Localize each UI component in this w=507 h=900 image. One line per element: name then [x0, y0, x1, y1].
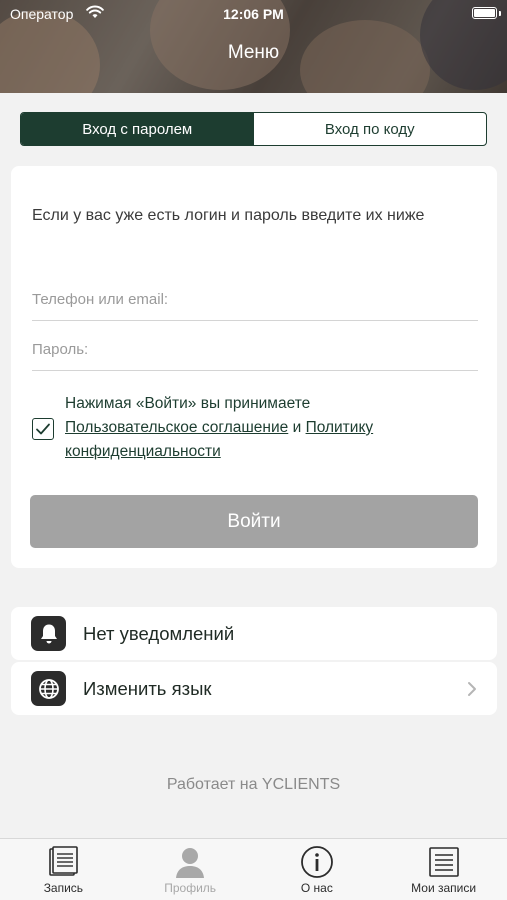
tab-profile[interactable]: Профиль — [127, 839, 254, 900]
menu-item-notifications[interactable]: Нет уведомлений — [11, 607, 497, 660]
user-agreement-link[interactable]: Пользовательское соглашение — [65, 419, 288, 436]
info-icon — [300, 845, 334, 879]
battery-icon — [472, 7, 497, 19]
tab-label: О нас — [300, 881, 333, 895]
agreement-prefix: Нажимая «Войти» вы принимаете — [65, 395, 311, 412]
menu-item-language[interactable]: Изменить язык — [11, 662, 497, 715]
login-button[interactable]: Войти — [30, 495, 478, 548]
login-intro-text: Если у вас уже есть логин и пароль введи… — [32, 207, 425, 224]
globe-icon — [31, 671, 66, 706]
clock: 12:06 PM — [223, 6, 284, 22]
menu-item-label: Изменить язык — [83, 678, 212, 699]
chevron-right-icon — [467, 681, 477, 702]
tab-label: Профиль — [164, 881, 217, 895]
password-input[interactable] — [32, 321, 478, 358]
checkmark-icon — [36, 423, 50, 435]
settings-menu: Нет уведомлений Изменить язык — [11, 607, 497, 717]
tab-bar: Запись Профиль О нас Мои записи — [0, 838, 507, 900]
tab-about[interactable]: О нас — [254, 839, 381, 900]
list-icon — [428, 845, 460, 879]
header-banner: Оператор 12:06 PM Меню — [0, 0, 507, 93]
battery-tip — [499, 11, 501, 16]
tab-password-login[interactable]: Вход с паролем — [21, 113, 254, 145]
agreement-text: Нажимая «Войти» вы принимаете Пользовате… — [65, 392, 465, 464]
status-bar: Оператор 12:06 PM — [0, 0, 507, 28]
tab-label: Запись — [43, 881, 84, 895]
powered-by-label[interactable]: Работает на YCLIENTS — [0, 776, 507, 794]
tab-code-login[interactable]: Вход по коду — [254, 113, 487, 145]
login-mode-segment: Вход с паролем Вход по коду — [20, 112, 487, 146]
privacy-policy-link-part1[interactable]: Политику — [306, 419, 374, 436]
password-field — [32, 321, 478, 371]
privacy-policy-link-part2[interactable]: конфиденциальности — [65, 443, 221, 460]
agreement-and: и — [292, 419, 302, 436]
tab-label: Мои записи — [411, 881, 477, 895]
menu-item-label: Нет уведомлений — [83, 623, 235, 644]
tab-my-bookings[interactable]: Мои записи — [380, 839, 507, 900]
book-icon — [47, 845, 79, 879]
profile-icon — [173, 845, 207, 879]
agreement-checkbox[interactable] — [32, 418, 54, 440]
page-title: Меню — [227, 42, 280, 63]
phone-email-field — [32, 271, 478, 321]
tab-booking[interactable]: Запись — [0, 839, 127, 900]
login-card: Если у вас уже есть логин и пароль введи… — [11, 166, 497, 568]
bell-icon — [31, 616, 66, 651]
phone-email-input[interactable] — [32, 271, 478, 308]
agreement-row: Нажимая «Войти» вы принимаете Пользовате… — [32, 392, 478, 468]
